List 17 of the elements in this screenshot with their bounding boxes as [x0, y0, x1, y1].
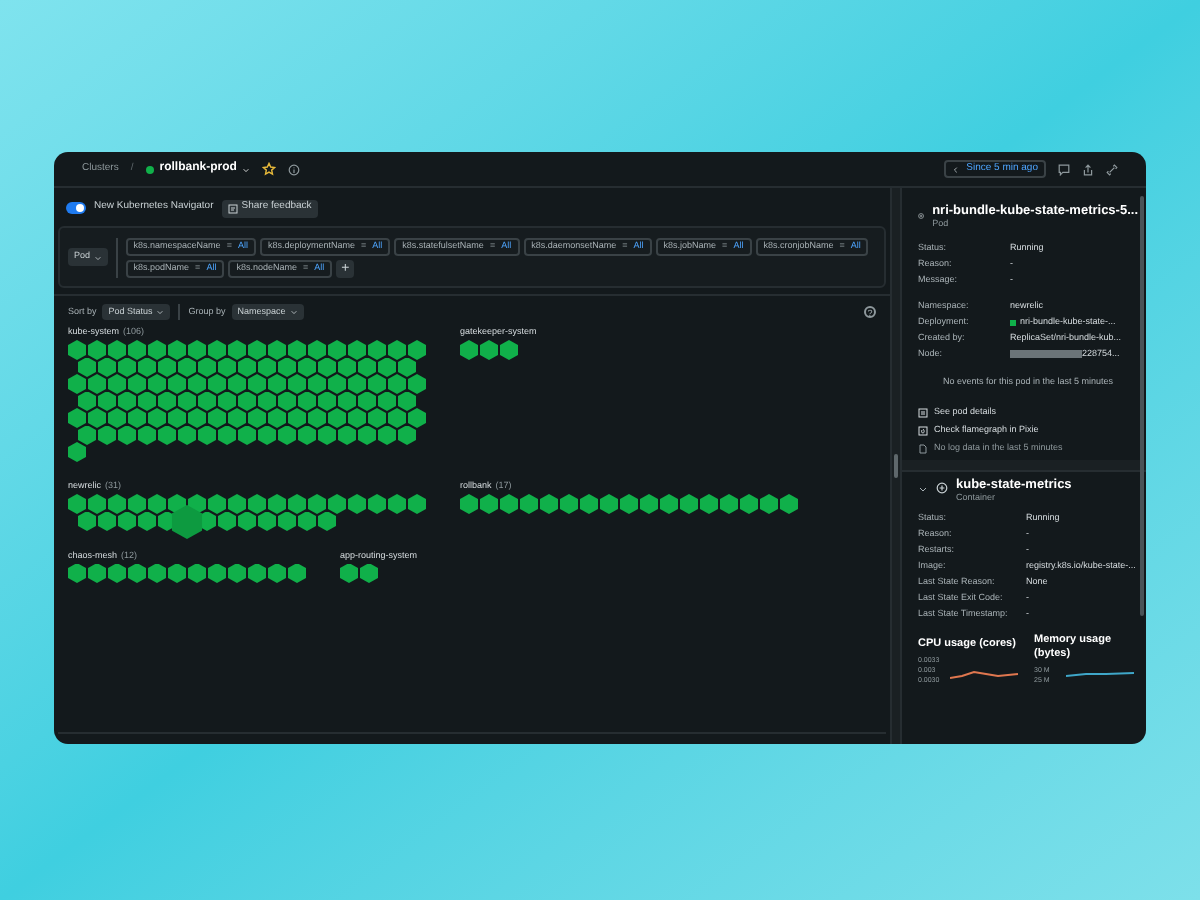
file-icon — [918, 443, 928, 453]
caret-icon — [94, 253, 103, 261]
pod-icon — [918, 210, 925, 222]
container-icon — [936, 482, 948, 494]
chevron-left-icon — [952, 165, 961, 173]
document-icon — [918, 407, 928, 417]
toggle-switch[interactable] — [66, 202, 86, 214]
feedback-icon — [227, 203, 238, 213]
resize-handle[interactable] — [894, 454, 898, 478]
caret-icon — [289, 308, 298, 316]
comment-icon — [1058, 163, 1070, 175]
scrollbar-thumb[interactable] — [1140, 196, 1144, 616]
caret-icon — [156, 308, 165, 316]
caret-icon — [242, 165, 251, 173]
share-icon — [1082, 163, 1094, 175]
info-icon — [288, 163, 301, 175]
redacted-bar — [1010, 350, 1082, 358]
